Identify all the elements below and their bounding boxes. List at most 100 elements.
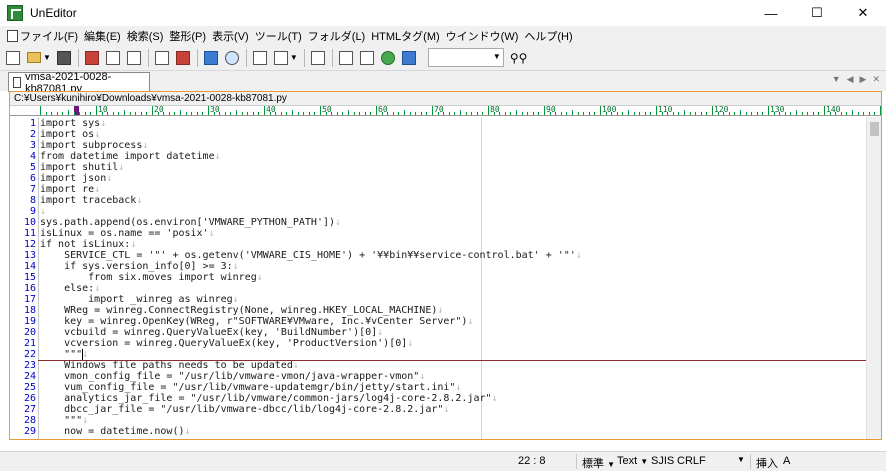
code-line[interactable]: 1 import sys↓ [10, 118, 868, 129]
ruler-tick [678, 112, 680, 115]
code-line[interactable]: 27 dbcc_jar_file = "/usr/lib/vmware-dbcc… [10, 404, 868, 415]
code-line[interactable]: 12 if not isLinux:↓ [10, 239, 868, 250]
code-line[interactable]: 14 if sys.version_info[0] >= 3:↓ [10, 261, 868, 272]
code-line[interactable]: 19 key = winreg.OpenKey(WReg, r"SOFTWARE… [10, 316, 868, 327]
print-preview-button[interactable] [124, 48, 144, 68]
menu-tools[interactable]: ツール(T) [252, 28, 305, 44]
page-button[interactable] [357, 48, 377, 68]
open-dropdown-icon[interactable]: ▼ [43, 53, 51, 62]
eol-marker: ↓ [232, 294, 239, 305]
ruler-tick [588, 112, 590, 115]
maximize-button[interactable]: ☐ [794, 0, 840, 26]
ruler-tick [616, 112, 618, 115]
eol-marker: ↓ [94, 129, 101, 140]
ruler-tick [364, 112, 366, 115]
code-line[interactable]: 9 ↓ [10, 206, 868, 217]
menu-search[interactable]: 検索(S) [124, 28, 167, 44]
tab-file[interactable]: vmsa-2021-0028-kb87081.py [8, 71, 150, 95]
tab-close-icon[interactable]: ✕ [872, 74, 880, 85]
status-encoding[interactable]: SJIS [651, 455, 674, 467]
search-web-button[interactable] [399, 48, 419, 68]
code-line[interactable]: 6 import json↓ [10, 173, 868, 184]
ruler-tick [258, 112, 260, 115]
chevron-down-icon[interactable]: ▼ [737, 455, 745, 464]
menu-view[interactable]: 表示(V) [209, 28, 252, 44]
minimize-button[interactable]: — [748, 0, 794, 26]
ruler-tick [628, 110, 629, 115]
code-line[interactable]: 26 analytics_jar_file = "/usr/lib/vmware… [10, 393, 868, 404]
code-line[interactable]: 8 import traceback↓ [10, 195, 868, 206]
status-type[interactable]: Text ▼ [617, 455, 648, 467]
code-line[interactable]: 10 sys.path.append(os.environ['VMWARE_PYT… [10, 217, 868, 228]
code-text: import subprocess↓ [40, 140, 149, 151]
spell-button[interactable] [250, 48, 270, 68]
code-line[interactable]: 29 now = datetime.now()↓ [10, 426, 868, 437]
close-button[interactable]: ✕ [840, 0, 886, 26]
code-line[interactable]: 15 from six.moves import winreg↓ [10, 272, 868, 283]
code-line[interactable]: 18 WReg = winreg.ConnectRegistry(None, w… [10, 305, 868, 316]
tab-prev-icon[interactable]: ◀ [847, 74, 854, 85]
ruler-tick [460, 110, 461, 115]
bookmark-button[interactable] [173, 48, 193, 68]
code-line[interactable]: 24 vmon_config_file = "/usr/lib/vmware-v… [10, 371, 868, 382]
print-button[interactable] [103, 48, 123, 68]
chevron-down-icon[interactable]: ▼ [493, 52, 501, 61]
search-combo[interactable]: ▼ [427, 48, 504, 67]
new-file-button[interactable] [3, 48, 23, 68]
menu-format[interactable]: 整形(P) [166, 28, 209, 44]
menu-edit[interactable]: 編集(E) [81, 28, 124, 44]
code-text: import _winreg as winreg↓ [40, 294, 239, 305]
scrollbar-thumb[interactable] [870, 122, 879, 136]
graph-button[interactable] [271, 48, 291, 68]
menu-html-tags[interactable]: HTMLタグ(M) [368, 28, 442, 44]
code-line[interactable]: 11 isLinux = os.name == 'posix'↓ [10, 228, 868, 239]
code-line[interactable]: 25 vum_config_file = "/usr/lib/vmware-up… [10, 382, 868, 393]
code-line[interactable]: 2 import os↓ [10, 129, 868, 140]
find-button[interactable] [222, 48, 242, 68]
status-mode[interactable]: 標準 ▼ [582, 455, 615, 471]
status-insert[interactable]: 挿入 [756, 455, 778, 471]
menu-help[interactable]: ヘルプ(H) [521, 28, 575, 44]
graph-icon [273, 50, 288, 65]
lock-button[interactable] [152, 48, 172, 68]
code-line[interactable]: 22 """↓ [10, 349, 868, 360]
eol-marker: ↓ [256, 272, 263, 283]
menu-window[interactable]: ウインドウ(W) [443, 28, 522, 44]
code-line[interactable]: 17 import _winreg as winreg↓ [10, 294, 868, 305]
grid-button[interactable] [336, 48, 356, 68]
window-button[interactable] [201, 48, 221, 68]
tab-list-icon[interactable]: ▼ [832, 74, 841, 85]
vertical-scrollbar[interactable] [866, 117, 881, 439]
tab-next-icon[interactable]: ▶ [860, 74, 867, 85]
status-newline[interactable]: CRLF [677, 455, 706, 467]
code-line[interactable]: 20 vcbuild = winreg.QueryValueEx(key, 'B… [10, 327, 868, 338]
code-line[interactable]: 5 import shutil↓ [10, 162, 868, 173]
ruler-tick [68, 110, 69, 115]
save-button[interactable] [54, 48, 74, 68]
save-all-button[interactable] [82, 48, 102, 68]
chevron-down-icon: ▼ [607, 460, 615, 469]
code-line[interactable]: 16 else:↓ [10, 283, 868, 294]
code-line[interactable]: 28 """↓ [10, 415, 868, 426]
graph-dropdown-icon[interactable]: ▼ [290, 53, 298, 62]
menu-folder[interactable]: フォルダ(L) [305, 28, 368, 44]
ruler-tick [566, 112, 568, 115]
code-line[interactable]: 3 import subprocess↓ [10, 140, 868, 151]
browser-button[interactable] [378, 48, 398, 68]
eol-marker: ↓ [100, 118, 107, 129]
code-line[interactable]: 21 vcversion = winreg.QueryValueEx(key, … [10, 338, 868, 349]
ruler-tick [40, 106, 41, 115]
open-button[interactable] [24, 48, 44, 68]
ruler-number: 110 [658, 106, 673, 114]
line-number: 2 [29, 129, 36, 140]
menu-file[interactable]: ファイル(F) [4, 28, 81, 44]
code-line[interactable]: 4 from datetime import datetime↓ [10, 151, 868, 162]
copy-button[interactable] [308, 48, 328, 68]
code-line[interactable]: 23 Windows file paths needs to be update… [10, 360, 868, 371]
ruler-number: 70 [434, 106, 444, 114]
code-line[interactable]: 13 SERVICE_CTL = '"' + os.getenv('VMWARE… [10, 250, 868, 261]
code-editor[interactable]: 1 import sys↓ 2 import os↓ 3 import subproces… [10, 117, 868, 439]
code-line[interactable]: 7 import re↓ [10, 184, 868, 195]
binoculars-icon[interactable]: ⚲⚲ [510, 51, 528, 65]
ruler-tick [376, 106, 377, 115]
